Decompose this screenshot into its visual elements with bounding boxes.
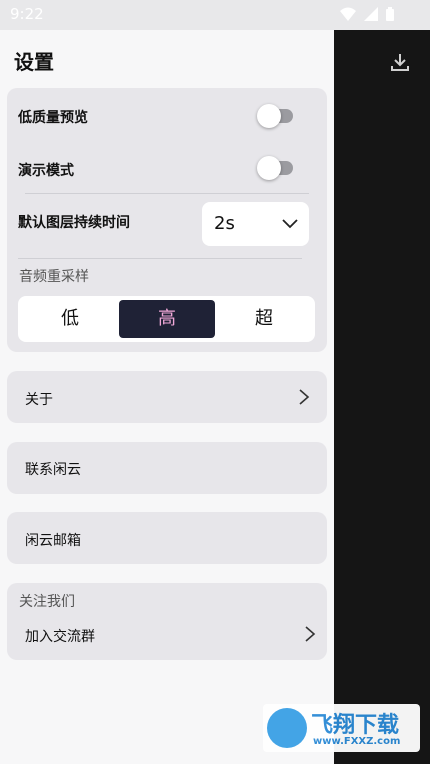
watermark-logo: 飞翔下载 www.FXXZ.com xyxy=(263,704,420,752)
about-label: 关于 xyxy=(25,392,53,408)
status-icons xyxy=(340,7,394,21)
watermark-url: www.FXXZ.com xyxy=(313,736,401,747)
demo-mode-toggle[interactable] xyxy=(257,156,295,180)
status-time: 9:22 xyxy=(10,5,44,23)
chevron-down-icon xyxy=(282,219,298,229)
divider xyxy=(18,258,302,259)
status-bar: 9:22 xyxy=(0,0,430,30)
signal-icon xyxy=(364,7,378,21)
about-row[interactable] xyxy=(7,371,327,423)
chevron-right-icon xyxy=(299,389,310,405)
watermark-icon xyxy=(267,708,307,748)
layer-duration-value: 2s xyxy=(214,213,235,234)
audio-resample-label: 音频重采样 xyxy=(19,269,89,285)
toggle-knob xyxy=(257,104,281,128)
demo-mode-label: 演示模式 xyxy=(18,163,74,179)
email-label: 闲云邮箱 xyxy=(25,533,81,549)
follow-section-label: 关注我们 xyxy=(19,594,75,610)
resample-option-super[interactable]: 超 xyxy=(216,300,312,338)
download-icon[interactable] xyxy=(388,50,412,74)
resample-option-low[interactable]: 低 xyxy=(22,300,118,338)
resample-option-high[interactable]: 高 xyxy=(119,300,215,338)
wifi-icon xyxy=(340,7,356,21)
default-layer-duration-label: 默认图层持续时间 xyxy=(18,215,130,231)
layer-duration-select[interactable]: 2s xyxy=(202,202,309,246)
toggle-knob xyxy=(257,156,281,180)
low-quality-preview-label: 低质量预览 xyxy=(18,110,88,126)
background-scrim[interactable] xyxy=(334,30,430,764)
contact-label: 联系闲云 xyxy=(25,462,81,478)
join-group-label[interactable]: 加入交流群 xyxy=(25,626,95,646)
low-quality-preview-toggle[interactable] xyxy=(257,104,295,128)
audio-resample-segmented: 低 高 超 xyxy=(18,296,315,342)
page-title: 设置 xyxy=(14,50,54,74)
divider xyxy=(25,193,309,194)
battery-icon xyxy=(386,7,394,21)
chevron-right-icon[interactable] xyxy=(304,625,316,643)
watermark-text: 飞翔下载 xyxy=(311,713,400,738)
